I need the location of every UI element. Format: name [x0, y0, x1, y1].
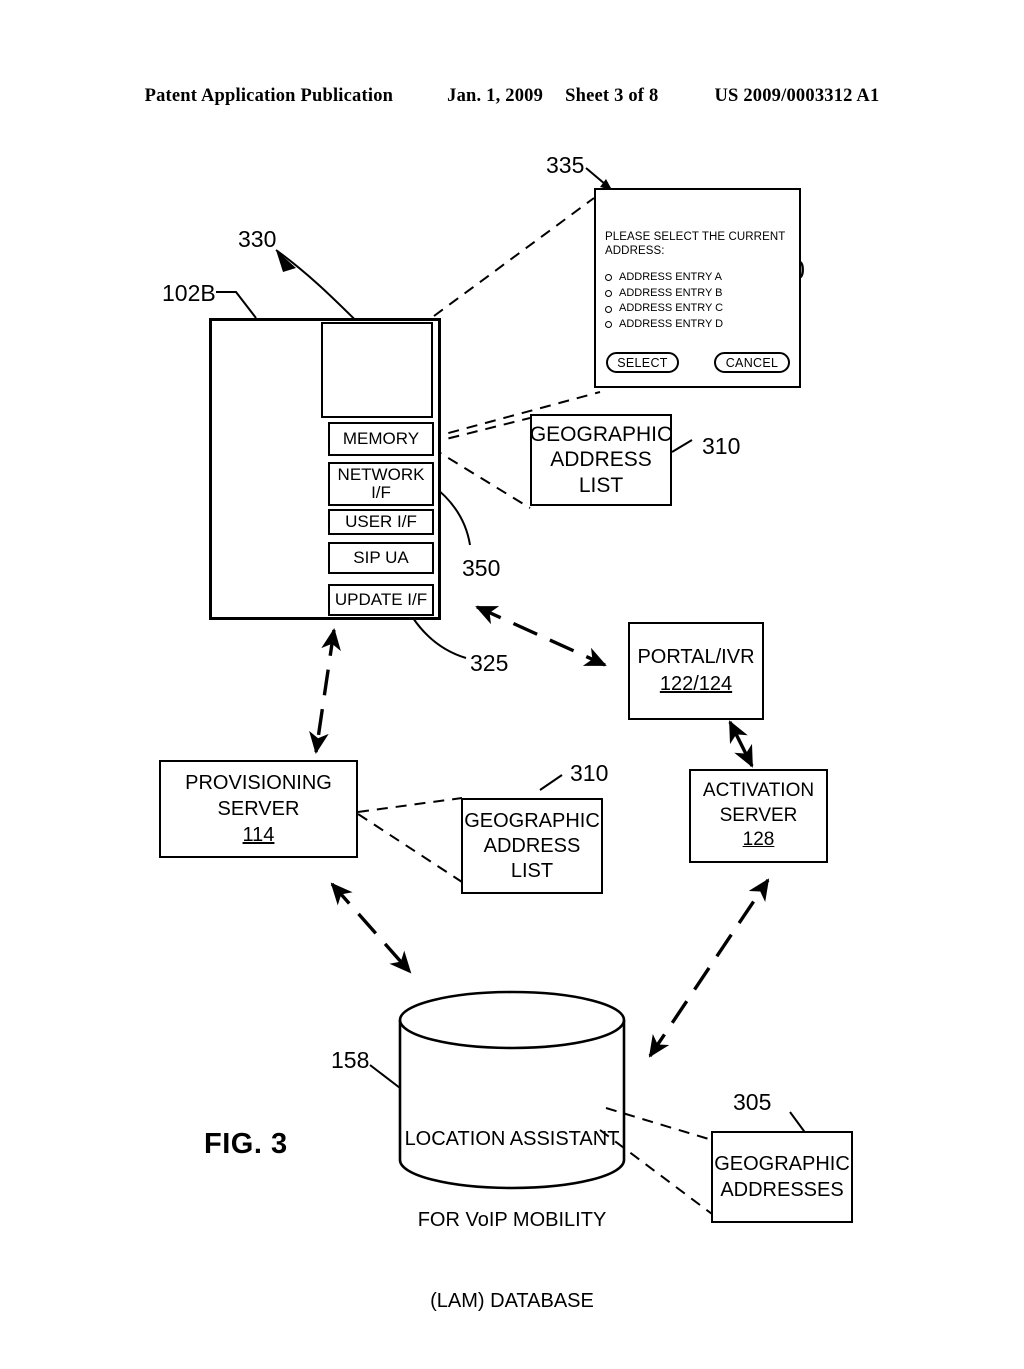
provisioning-server-box: PROVISIONING SERVER 114 — [159, 760, 358, 858]
radio-icon[interactable] — [605, 321, 612, 329]
figure-label: FIG. 3 — [204, 1128, 288, 1160]
refnum-325: 325 — [470, 650, 509, 676]
activation-server-line-2: SERVER — [719, 804, 798, 826]
dialog-option-b[interactable]: ADDRESS ENTRY B — [605, 286, 723, 302]
dialog-option-a-label: ADDRESS ENTRY A — [619, 271, 722, 283]
component-network-if[interactable]: NETWORK I/F — [328, 462, 434, 506]
provisioning-server-refnum: 114 — [242, 824, 275, 846]
dialog-option-c[interactable]: ADDRESS ENTRY C — [605, 301, 723, 317]
component-memory[interactable]: MEMORY — [328, 422, 434, 456]
address-selection-dialog[interactable]: PLEASE SELECT THE CURRENT ADDRESS: ADDRE… — [594, 188, 801, 388]
geographic-address-list-bottom: GEOGRAPHIC ADDRESS LIST — [461, 798, 603, 894]
component-update-if[interactable]: UPDATE I/F — [328, 584, 434, 616]
select-button-label: SELECT — [617, 355, 668, 370]
dialog-option-a[interactable]: ADDRESS ENTRY A — [605, 270, 723, 286]
portal-ivr-box: PORTAL/IVR 122/124 — [628, 622, 764, 720]
lam-database-line-1: LOCATION ASSISTANT — [404, 1128, 620, 1150]
component-sip-ua-label: SIP UA — [353, 548, 409, 568]
component-user-if[interactable]: USER I/F — [328, 509, 434, 535]
portal-ivr-label: PORTAL/IVR — [637, 646, 755, 668]
provisioning-server-line-2: SERVER — [217, 798, 300, 820]
geo-addresses-line-1: GEOGRAPHIC — [714, 1153, 850, 1175]
activation-server-line-1: ACTIVATION — [702, 779, 815, 801]
portal-ivr-refnum: 122/124 — [659, 673, 733, 695]
refnum-350: 350 — [462, 555, 501, 581]
component-network-if-label: NETWORK I/F — [337, 465, 425, 502]
geo-list-top-line-2: ADDRESS — [550, 448, 652, 472]
refnum-102b: 102B — [162, 280, 216, 306]
geo-list-bottom-line-1: GEOGRAPHIC — [464, 809, 600, 832]
provisioning-server-line-1: PROVISIONING — [185, 772, 332, 794]
device-display-screen[interactable] — [321, 322, 433, 418]
refnum-158: 158 — [331, 1047, 370, 1073]
geo-addresses-line-2: ADDRESSES — [720, 1179, 844, 1201]
radio-icon[interactable] — [605, 274, 612, 282]
geo-list-bottom-line-2: ADDRESS — [483, 834, 581, 857]
refnum-305: 305 — [733, 1089, 772, 1115]
refnum-310-bottom: 310 — [570, 760, 609, 786]
component-sip-ua[interactable]: SIP UA — [328, 542, 434, 574]
lam-database-line-3: (LAM) DATABASE — [430, 1290, 594, 1312]
geo-list-top-line-1: GEOGRAPHIC — [529, 422, 673, 446]
component-update-if-label: UPDATE I/F — [334, 590, 428, 610]
select-button[interactable]: SELECT — [606, 352, 679, 373]
component-memory-label: MEMORY — [342, 429, 420, 449]
dialog-option-b-label: ADDRESS ENTRY B — [619, 286, 723, 299]
geo-list-top-line-3: LIST — [578, 473, 624, 497]
lam-database-label: LOCATION ASSISTANT FOR VoIP MOBILITY (LA… — [400, 1072, 624, 1369]
component-user-if-label: USER I/F — [345, 512, 417, 532]
figure-3-drawing: 335 330 102B 320 345 315 350 325 310 310… — [0, 0, 1024, 1320]
cancel-button-label: CANCEL — [725, 355, 779, 370]
radio-icon[interactable] — [605, 305, 612, 313]
geographic-addresses-box: GEOGRAPHIC ADDRESSES — [711, 1131, 853, 1223]
geographic-address-list-top: GEOGRAPHIC ADDRESS LIST — [530, 414, 672, 506]
geo-list-bottom-line-3: LIST — [510, 859, 554, 882]
radio-icon[interactable] — [605, 289, 612, 297]
dialog-option-d-label: ADDRESS ENTRY D — [619, 317, 724, 330]
dialog-option-c-label: ADDRESS ENTRY C — [619, 302, 724, 315]
refnum-335: 335 — [546, 152, 585, 178]
dialog-prompt-text: PLEASE SELECT THE CURRENT ADDRESS: — [605, 231, 786, 258]
dialog-option-list[interactable]: ADDRESS ENTRY A ADDRESS ENTRY B ADDRESS … — [605, 270, 723, 332]
cancel-button[interactable]: CANCEL — [714, 352, 790, 373]
dialog-option-d[interactable]: ADDRESS ENTRY D — [605, 317, 723, 333]
refnum-330: 330 — [238, 226, 277, 252]
activation-server-refnum: 128 — [742, 829, 775, 851]
refnum-310-top: 310 — [702, 433, 741, 459]
lam-database-line-2: FOR VoIP MOBILITY — [417, 1209, 607, 1231]
activation-server-box: ACTIVATION SERVER 128 — [689, 769, 828, 863]
